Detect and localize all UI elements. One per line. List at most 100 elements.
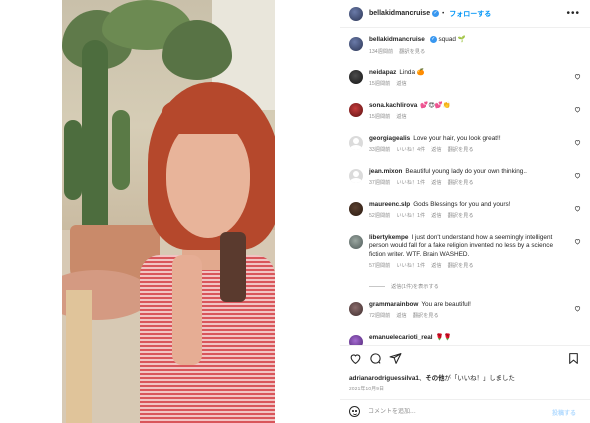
author-avatar[interactable]: [349, 6, 363, 21]
comment-likes[interactable]: いいね！4件: [396, 147, 425, 153]
photo-hand: [172, 255, 202, 365]
translate-button[interactable]: 翻訳を見る: [413, 313, 439, 319]
like-heart-icon[interactable]: [574, 205, 581, 212]
comment-row: sona.kachlirova 💕😍💕👏 15週間前 返信: [349, 102, 585, 120]
post-header: bellakidmancruise ✓ • フォローする •••: [340, 0, 590, 28]
comment-time[interactable]: 52週間前: [369, 213, 390, 219]
photo-bangs: [162, 96, 258, 134]
comment-likes[interactable]: いいね！1件: [396, 213, 425, 219]
like-heart-icon[interactable]: [574, 139, 581, 146]
comment-username[interactable]: libertykempe: [369, 234, 408, 241]
default-avatar-icon: [349, 136, 363, 150]
comment-row: jean.mixon Beautiful young lady do your o…: [349, 168, 585, 186]
comment-avatar[interactable]: [349, 335, 363, 345]
likes-others-link[interactable]: その他: [425, 375, 444, 382]
comment-username[interactable]: jean.mixon: [369, 168, 402, 175]
like-heart-icon[interactable]: [574, 106, 581, 113]
comment-row: georgiagealis Love your hair, you look gr…: [349, 135, 585, 153]
comment-avatar[interactable]: [349, 103, 363, 117]
comment-avatar[interactable]: [349, 70, 363, 84]
like-heart-icon[interactable]: [574, 305, 581, 312]
post-date[interactable]: 2021年10月9日: [349, 385, 384, 392]
comment-username[interactable]: sona.kachlirova: [369, 102, 417, 109]
verified-badge-icon: ✓: [432, 10, 440, 17]
comment-time[interactable]: 15週間前: [369, 114, 390, 120]
comment-text: 🌹🌹: [435, 334, 452, 341]
comment-avatar[interactable]: [349, 202, 363, 216]
caption-username[interactable]: bellakidmancruise: [369, 36, 425, 43]
comment-time[interactable]: 15週間前: [369, 81, 390, 87]
comment-row: grammarainbow You are beautiful! 72週間前 返信 翻…: [349, 301, 585, 319]
like-heart-icon[interactable]: [349, 352, 362, 365]
view-replies-button[interactable]: 返信(1件)を表示する: [369, 283, 439, 290]
comment-row: neidapaz Linda 🍊 15週間前 返信: [349, 69, 585, 87]
comment-text: Linda 🍊: [399, 69, 425, 76]
caption-row: bellakidmancruise ✓ squad 🌱 134週間前 翻訳を見る: [349, 36, 585, 55]
reply-button[interactable]: 返信: [431, 213, 441, 219]
comment-text: You are beautiful!: [421, 301, 471, 308]
caption-translate[interactable]: 翻訳を見る: [399, 49, 425, 55]
photo-vase: [66, 290, 92, 423]
like-heart-icon[interactable]: [574, 238, 581, 245]
comment-time[interactable]: 37週間前: [369, 180, 390, 186]
photo-cactus: [64, 120, 82, 200]
comment-avatar[interactable]: [349, 169, 363, 183]
reply-button[interactable]: 返信: [396, 81, 406, 87]
comment-text: Beautiful young lady do your own thinkin…: [405, 168, 527, 175]
caption-avatar[interactable]: [349, 37, 363, 51]
photo-cactus: [112, 110, 130, 190]
comment-row: emanuelecarioti_real 🌹🌹: [349, 334, 585, 345]
reply-button[interactable]: 返信: [396, 313, 406, 319]
post-comment-button[interactable]: 投稿する: [552, 408, 576, 417]
follow-button[interactable]: フォローする: [449, 9, 491, 19]
caption-time[interactable]: 134週間前: [369, 49, 393, 55]
reply-button[interactable]: 返信: [431, 263, 441, 269]
reply-button[interactable]: 返信: [396, 114, 406, 120]
comment-time[interactable]: 72週間前: [369, 313, 390, 319]
comment-text: Gods Blessings for you and yours!: [413, 201, 511, 208]
comment-input[interactable]: [368, 408, 548, 415]
likes-summary: adrianarodriguessilva1、その他が「いいね！」しました: [349, 373, 515, 382]
save-bookmark-icon[interactable]: [567, 352, 580, 365]
comment-avatar[interactable]: [349, 136, 363, 150]
photo-face: [166, 120, 250, 238]
comment-likes[interactable]: いいね！1件: [396, 180, 425, 186]
translate-button[interactable]: 翻訳を見る: [448, 213, 474, 219]
comment-username[interactable]: maureenc.slp: [369, 201, 410, 208]
photo-shirt: [140, 255, 275, 423]
author-username[interactable]: bellakidmancruise: [369, 10, 430, 17]
like-heart-icon[interactable]: [574, 172, 581, 179]
view-replies-label: 返信(1件)を表示する: [391, 284, 439, 290]
comment-time[interactable]: 57週間前: [369, 263, 390, 269]
post-actions: [340, 349, 590, 369]
comment-username[interactable]: grammarainbow: [369, 301, 418, 308]
reply-button[interactable]: 返信: [431, 147, 441, 153]
reply-button[interactable]: 返信: [431, 180, 441, 186]
translate-button[interactable]: 翻訳を見る: [448, 180, 474, 186]
liker-username[interactable]: adrianarodriguessilva1: [349, 375, 419, 382]
comment-username[interactable]: neidapaz: [369, 69, 396, 76]
comment-username[interactable]: emanuelecarioti_real: [369, 334, 433, 341]
comment-likes[interactable]: いいね！1件: [396, 263, 425, 269]
verified-badge-icon: ✓: [429, 36, 437, 43]
caption-text: squad 🌱: [438, 36, 466, 44]
default-avatar-icon: [349, 169, 363, 183]
replies-divider: [369, 286, 385, 288]
comment-row: maureenc.slp Gods Blessings for you and y…: [349, 201, 585, 219]
emoji-icon[interactable]: [349, 406, 360, 417]
comments-list[interactable]: bellakidmancruise ✓ squad 🌱 134週間前 翻訳を見る n…: [340, 28, 590, 346]
share-icon[interactable]: [389, 352, 402, 365]
comment-avatar[interactable]: [349, 302, 363, 316]
comment-time[interactable]: 33週間前: [369, 147, 390, 153]
post-photo[interactable]: [62, 0, 275, 423]
translate-button[interactable]: 翻訳を見る: [448, 147, 474, 153]
add-comment-bar: 投稿する: [340, 399, 590, 423]
comment-avatar[interactable]: [349, 235, 363, 249]
likes-suffix: が「いいね！」しました: [444, 375, 515, 382]
like-heart-icon[interactable]: [574, 73, 581, 80]
photo-cactus: [82, 40, 108, 240]
comment-icon[interactable]: [369, 352, 382, 365]
comment-username[interactable]: georgiagealis: [369, 135, 410, 142]
translate-button[interactable]: 翻訳を見る: [448, 263, 474, 269]
more-options-icon[interactable]: •••: [566, 8, 580, 19]
